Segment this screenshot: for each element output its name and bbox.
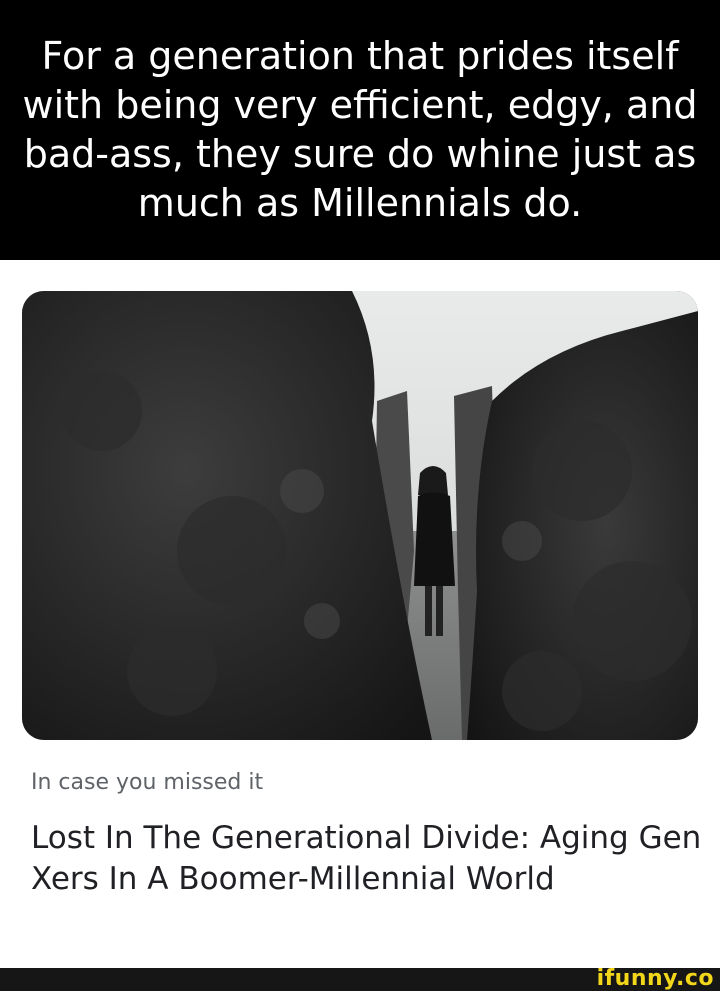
meme-caption-bar: For a generation that prides itself with…	[0, 0, 720, 260]
ifunny-watermark: ifunny.co	[596, 966, 714, 991]
photo-illustration	[22, 291, 698, 740]
article-photo[interactable]	[22, 291, 698, 740]
article-headline[interactable]: Lost In The Generational Divide: Aging G…	[31, 818, 711, 900]
meme-caption: For a generation that prides itself with…	[22, 34, 698, 225]
article-kicker: In case you missed it	[31, 770, 264, 795]
